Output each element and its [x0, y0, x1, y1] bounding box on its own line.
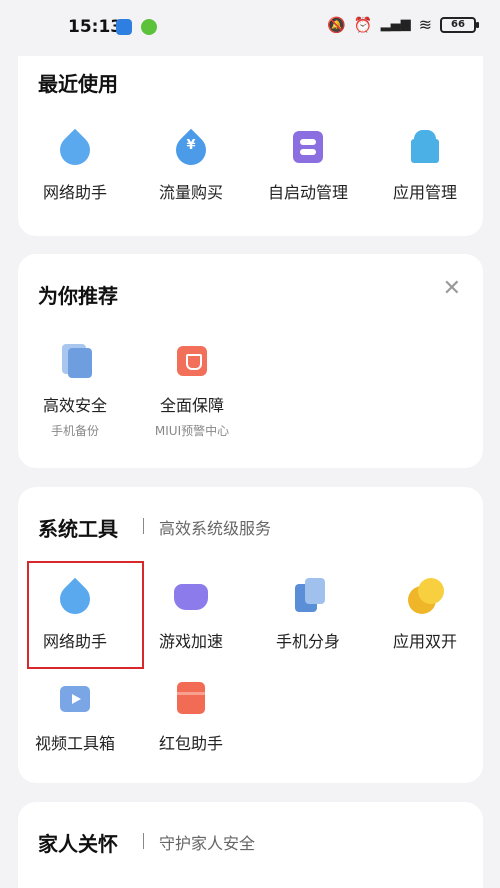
game-icon [174, 584, 208, 610]
tools-item-dual-apps[interactable]: 应用双开 [366, 578, 484, 652]
recommend-item-warning-center[interactable]: 全面保障 MIUI预警中心 [133, 344, 251, 439]
backup-icon [62, 344, 92, 378]
battery-icon: 66 [440, 16, 479, 33]
toggle-icon [293, 131, 323, 163]
status-icons: 🔕 ⏰ ▂▄▆ ≋ 66 [327, 15, 479, 34]
tools-item-game-boost[interactable]: 游戏加速 [132, 580, 250, 652]
clone-icon [295, 578, 325, 612]
tools-item-second-space[interactable]: 手机分身 [249, 578, 367, 652]
tools-subtitle: 高效系统级服务 [159, 519, 272, 538]
red-packet-icon [177, 682, 205, 714]
item-label: 流量购买 [158, 183, 223, 202]
item-label: 高效安全 [42, 396, 107, 415]
item-label: 视频工具箱 [34, 734, 115, 753]
item-label: 应用双开 [392, 632, 457, 651]
tools-title: 系统工具 [38, 517, 118, 541]
family-title: 家人关怀 [38, 832, 118, 856]
drop-icon [53, 128, 97, 172]
family-card: 家人关怀 守护家人安全 [18, 802, 483, 888]
recent-item-network-assistant[interactable]: 网络助手 [16, 128, 134, 203]
alarm-icon: ⏰ [353, 15, 373, 34]
recommend-title: 为你推荐 [38, 284, 118, 308]
item-label: 网络助手 [42, 183, 107, 202]
wifi-icon: ≋ [418, 15, 432, 34]
item-label: 全面保障 [159, 396, 224, 415]
recent-title: 最近使用 [38, 72, 118, 96]
recent-item-app-manager[interactable]: 应用管理 [366, 130, 484, 203]
item-sublabel: MIUI预警中心 [154, 424, 230, 438]
tools-item-red-packet[interactable]: 红包助手 [132, 682, 250, 754]
item-label: 手机分身 [275, 632, 340, 651]
dual-app-icon [408, 578, 444, 614]
recent-card: 最近使用 网络助手 ¥ 流量购买 自启动管理 应用管理 [18, 56, 483, 236]
family-subtitle: 守护家人安全 [159, 834, 256, 853]
item-sublabel: 手机备份 [50, 424, 99, 438]
signal-icon: ▂▄▆ [380, 17, 411, 32]
highlight-box [27, 561, 144, 669]
shield-bag-icon [177, 346, 207, 376]
notification-app-icon-2 [141, 19, 157, 35]
recommend-card: 为你推荐 ✕ 高效安全 手机备份 全面保障 MIUI预警中心 [18, 254, 483, 468]
item-label: 游戏加速 [158, 632, 223, 651]
recommend-item-backup[interactable]: 高效安全 手机备份 [16, 344, 134, 439]
mute-bell-icon: 🔕 [327, 15, 346, 34]
item-label: 红包助手 [158, 734, 223, 753]
video-toolbox-icon [60, 686, 90, 712]
android-icon [411, 130, 439, 163]
status-time: 15:13 [68, 17, 123, 37]
divider [143, 518, 144, 534]
recent-item-data-purchase[interactable]: ¥ 流量购买 [132, 128, 250, 203]
status-bar: 15:13 🔕 ⏰ ▂▄▆ ≋ 66 [0, 0, 500, 56]
item-label: 应用管理 [392, 183, 457, 202]
tools-item-video-toolbox[interactable]: 视频工具箱 [16, 682, 134, 754]
notification-app-icon [116, 19, 132, 35]
close-icon[interactable]: ✕ [443, 276, 461, 301]
recent-item-autostart[interactable]: 自启动管理 [249, 131, 367, 203]
divider [143, 833, 144, 849]
item-label: 自启动管理 [267, 183, 348, 202]
